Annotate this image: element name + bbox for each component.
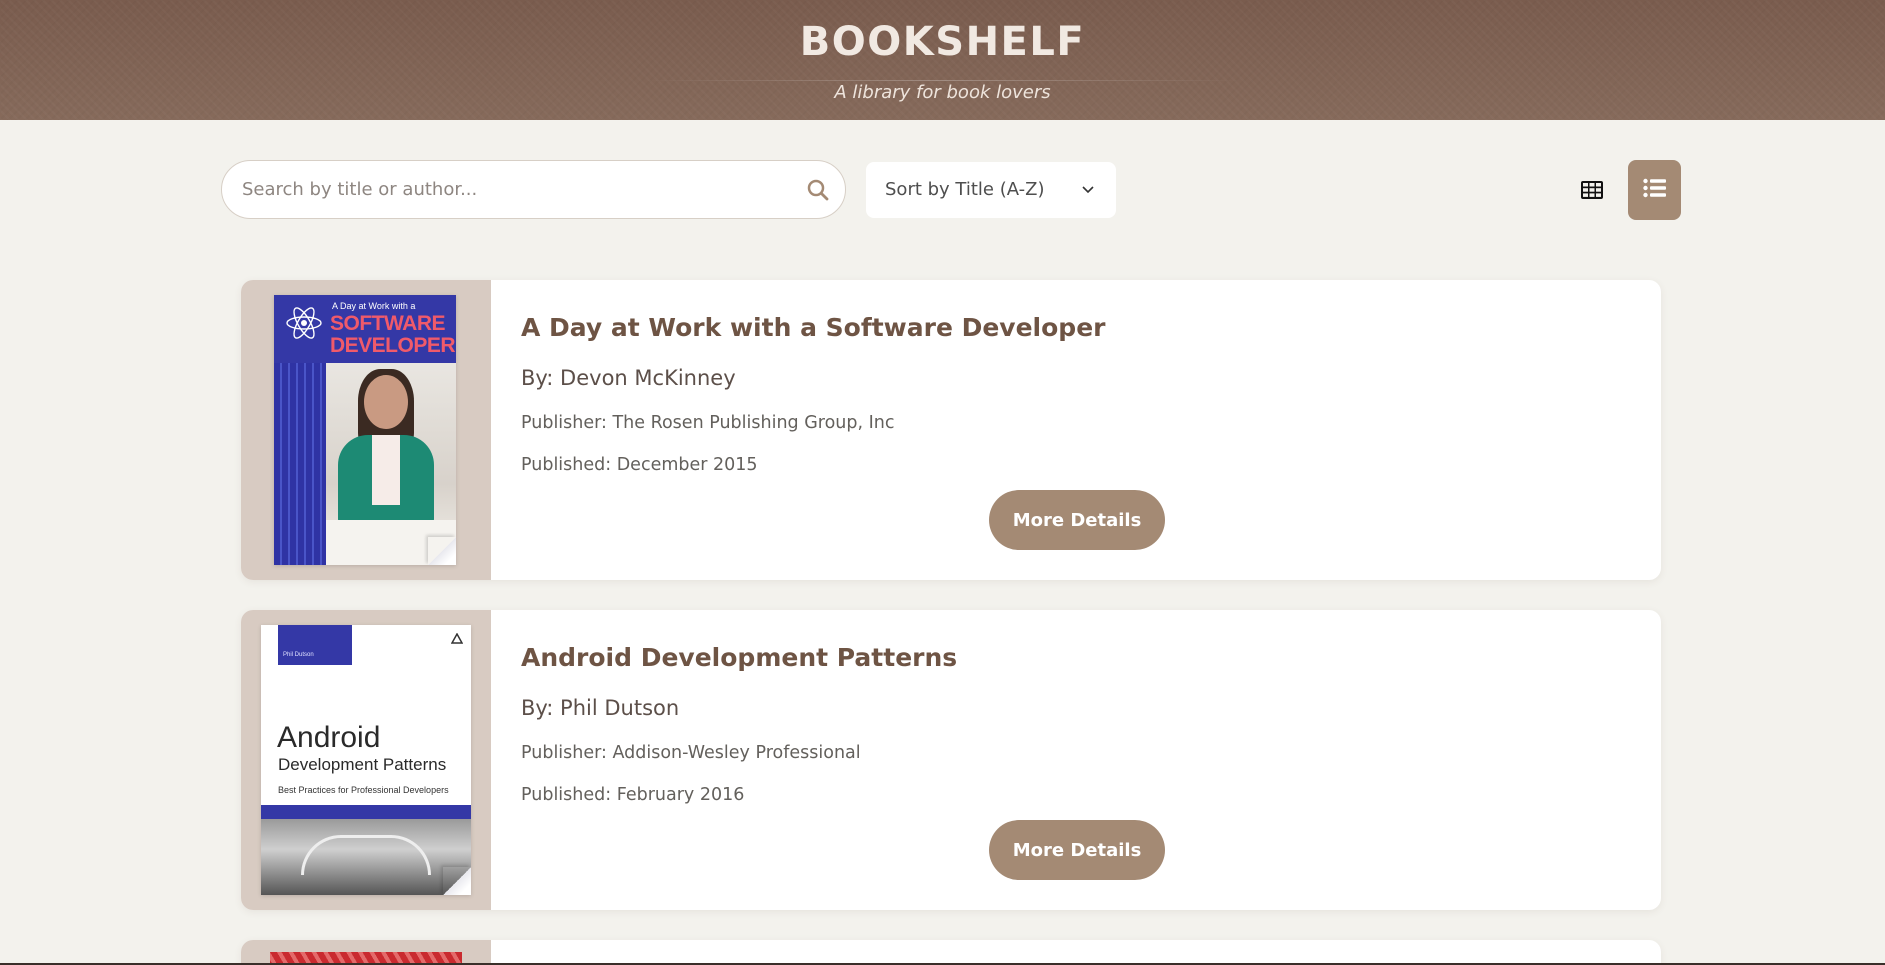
page-curl	[443, 867, 471, 895]
site-title: BOOKSHELF	[799, 19, 1086, 65]
book-title[interactable]: Android Development Patterns	[521, 642, 957, 674]
book-publisher: Publisher: The Rosen Publishing Group, I…	[521, 413, 895, 433]
book-cover-area: Phil Dutson Android Development Patterns…	[241, 610, 491, 910]
book-cover-area	[241, 940, 491, 965]
grid-view-button[interactable]	[1572, 172, 1612, 212]
cover-line-1: Android	[277, 721, 381, 754]
book-info: A Day at Work with a Software Developer …	[521, 280, 1641, 580]
more-details-button[interactable]: More Details	[989, 490, 1165, 550]
book-publisher: Publisher: Addison-Wesley Professional	[521, 743, 861, 763]
atom-logo-icon	[286, 307, 322, 339]
cover-line-2: Development Patterns	[278, 755, 447, 774]
book-info: Android Development Patterns By: Phil Du…	[521, 610, 1641, 910]
page-curl	[428, 537, 456, 565]
book-cover-image[interactable]: Phil Dutson Android Development Patterns…	[261, 625, 471, 895]
book-author: By: Devon McKinney	[521, 366, 736, 390]
cover-line-3: Best Practices for Professional Develope…	[278, 785, 449, 795]
cover-line-3: DEVELOPER	[330, 334, 456, 357]
book-card-partial	[241, 940, 1661, 965]
book-card: A Day at Work with a SOFTWARE DEVELOPER …	[241, 280, 1661, 580]
more-details-button[interactable]: More Details	[989, 820, 1165, 880]
site-subtitle: A library for book lovers	[834, 82, 1051, 103]
sort-selected-value: Sort by Title (A-Z)	[885, 179, 1045, 200]
search-box	[221, 160, 846, 219]
title-divider	[643, 80, 1243, 81]
site-header: BOOKSHELF A library for book lovers	[0, 0, 1885, 120]
cover-line-1: A Day at Work with a	[332, 301, 416, 311]
chevron-down-icon	[1080, 182, 1096, 198]
book-published-date: Published: December 2015	[521, 455, 758, 475]
publisher-logo-icon	[451, 633, 463, 644]
book-cover-image[interactable]: A Day at Work with a SOFTWARE DEVELOPER	[274, 295, 456, 565]
list-view-button[interactable]	[1628, 160, 1681, 220]
list-icon	[1642, 178, 1667, 202]
search-icon[interactable]	[806, 178, 830, 202]
book-title[interactable]: A Day at Work with a Software Developer	[521, 312, 1106, 344]
grid-icon	[1580, 180, 1604, 204]
book-card: Phil Dutson Android Development Patterns…	[241, 610, 1661, 910]
book-author: By: Phil Dutson	[521, 696, 680, 720]
cover-line-2: SOFTWARE	[330, 312, 446, 335]
book-published-date: Published: February 2016	[521, 785, 745, 805]
search-input[interactable]	[242, 161, 802, 218]
sort-select[interactable]: Sort by Title (A-Z)	[866, 162, 1116, 218]
cover-author: Phil Dutson	[283, 652, 314, 658]
book-cover-area: A Day at Work with a SOFTWARE DEVELOPER	[241, 280, 491, 580]
